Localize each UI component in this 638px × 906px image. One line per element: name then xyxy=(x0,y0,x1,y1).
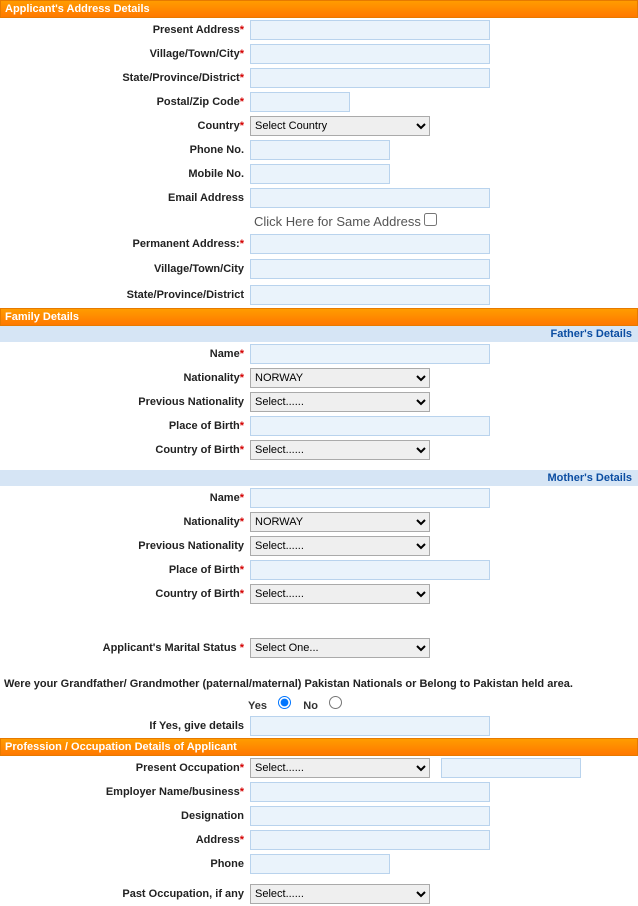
label-father-prev-nationality: Previous Nationality xyxy=(0,396,248,408)
label-permanent-address: Permanent Address:* xyxy=(0,238,248,250)
select-father-nationality[interactable]: NORWAY xyxy=(250,368,430,388)
sub-header-mother: Mother's Details xyxy=(0,470,638,486)
select-present-occupation[interactable]: Select...... xyxy=(250,758,430,778)
label-email: Email Address xyxy=(0,192,248,204)
label-yes: Yes xyxy=(248,700,267,712)
label-father-cob: Country of Birth* xyxy=(0,444,248,456)
input-email[interactable] xyxy=(250,188,490,208)
sub-header-father: Father's Details xyxy=(0,326,638,342)
input-present-address[interactable] xyxy=(250,20,490,40)
input-permanent-address[interactable] xyxy=(250,234,490,254)
radio-no[interactable] xyxy=(329,696,342,709)
select-mother-cob[interactable]: Select...... xyxy=(250,584,430,604)
radio-yes[interactable] xyxy=(278,696,291,709)
input-employer[interactable] xyxy=(250,782,490,802)
input-prof-phone[interactable] xyxy=(250,854,390,874)
input-perm-village[interactable] xyxy=(250,259,490,279)
label-prof-phone: Phone xyxy=(0,858,248,870)
label-present-address: Present Address* xyxy=(0,24,248,36)
label-phone: Phone No. xyxy=(0,144,248,156)
input-present-occupation-other[interactable] xyxy=(441,758,581,778)
label-prof-address: Address* xyxy=(0,834,248,846)
select-country[interactable]: Select Country xyxy=(250,116,430,136)
label-mother-prev-nationality: Previous Nationality xyxy=(0,540,248,552)
pakistan-question: Were your Grandfather/ Grandmother (pate… xyxy=(0,672,638,694)
label-employer: Employer Name/business* xyxy=(0,786,248,798)
label-father-pob: Place of Birth* xyxy=(0,420,248,432)
label-country: Country* xyxy=(0,120,248,132)
input-postal[interactable] xyxy=(250,92,350,112)
input-designation[interactable] xyxy=(250,806,490,826)
label-state: State/Province/District* xyxy=(0,72,248,84)
select-mother-nationality[interactable]: NORWAY xyxy=(250,512,430,532)
label-past-occupation: Past Occupation, if any xyxy=(0,888,248,900)
input-village[interactable] xyxy=(250,44,490,64)
section-header-profession: Profession / Occupation Details of Appli… xyxy=(0,738,638,756)
input-phone[interactable] xyxy=(250,140,390,160)
label-present-occupation: Present Occupation* xyxy=(0,762,248,774)
checkbox-same-address[interactable] xyxy=(424,213,437,226)
input-father-pob[interactable] xyxy=(250,416,490,436)
select-father-cob[interactable]: Select...... xyxy=(250,440,430,460)
input-state[interactable] xyxy=(250,68,490,88)
label-postal: Postal/Zip Code* xyxy=(0,96,248,108)
select-past-occupation[interactable]: Select...... xyxy=(250,884,430,904)
label-mother-nationality: Nationality* xyxy=(0,516,248,528)
input-prof-address[interactable] xyxy=(250,830,490,850)
same-address-text: Click Here for Same Address xyxy=(250,214,421,229)
label-mother-cob: Country of Birth* xyxy=(0,588,248,600)
input-mother-name[interactable] xyxy=(250,488,490,508)
label-if-yes-details: If Yes, give details xyxy=(0,720,248,732)
input-mobile[interactable] xyxy=(250,164,390,184)
select-father-prev-nationality[interactable]: Select...... xyxy=(250,392,430,412)
label-father-nationality: Nationality* xyxy=(0,372,248,384)
input-father-name[interactable] xyxy=(250,344,490,364)
input-if-yes-details[interactable] xyxy=(250,716,490,736)
select-marital-status[interactable]: Select One... xyxy=(250,638,430,658)
label-designation: Designation xyxy=(0,810,248,822)
section-header-family: Family Details xyxy=(0,308,638,326)
label-mobile: Mobile No. xyxy=(0,168,248,180)
input-perm-state[interactable] xyxy=(250,285,490,305)
label-no: No xyxy=(303,700,318,712)
label-mother-pob: Place of Birth* xyxy=(0,564,248,576)
label-marital-status: Applicant's Marital Status * xyxy=(0,642,248,654)
label-perm-village: Village/Town/City xyxy=(0,263,248,275)
label-father-name: Name* xyxy=(0,348,248,360)
section-header-address: Applicant's Address Details xyxy=(0,0,638,18)
label-perm-state: State/Province/District xyxy=(0,289,248,301)
label-village: Village/Town/City* xyxy=(0,48,248,60)
input-mother-pob[interactable] xyxy=(250,560,490,580)
select-mother-prev-nationality[interactable]: Select...... xyxy=(250,536,430,556)
label-mother-name: Name* xyxy=(0,492,248,504)
